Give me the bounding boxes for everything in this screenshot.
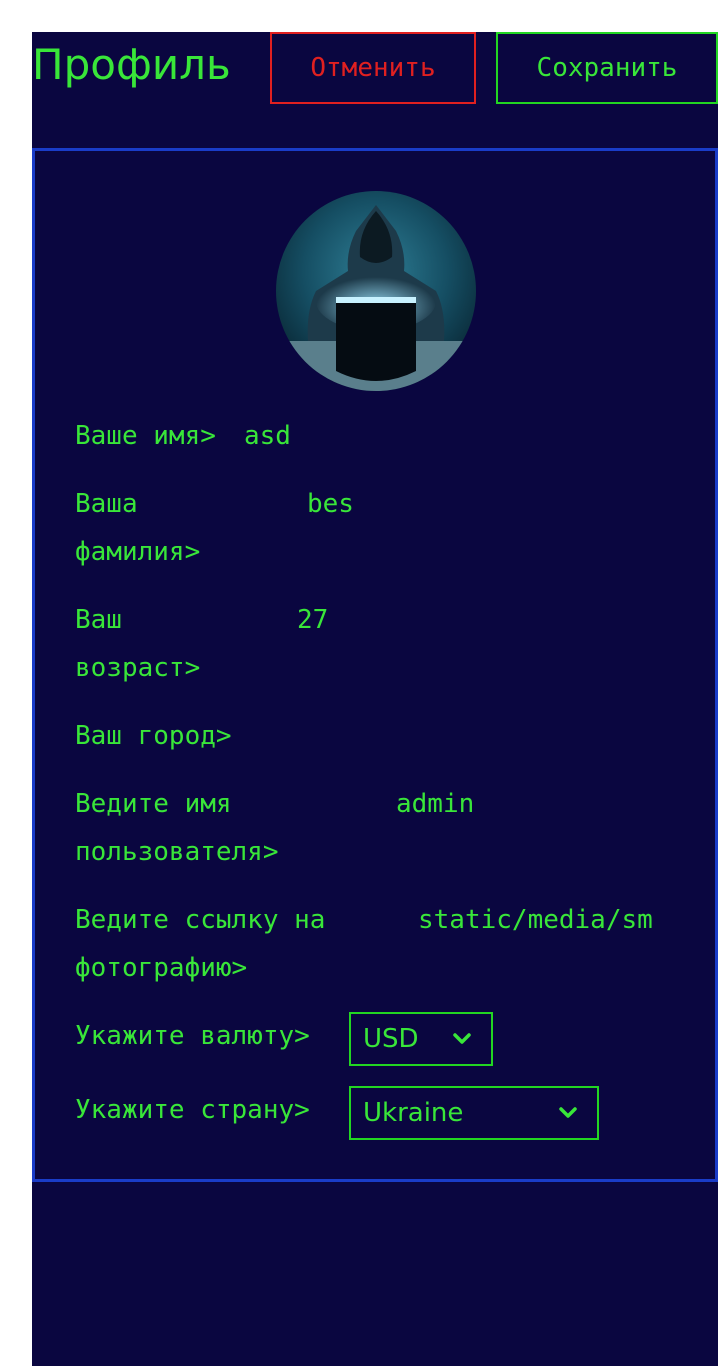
username-input[interactable]: admin [396, 780, 474, 828]
photo-url-label-line2: фотографию> [75, 953, 248, 983]
cancel-button[interactable]: Отменить [270, 32, 476, 104]
profile-card: Ваше имя> asd Ваша фамилия> bes Ваш возр… [32, 148, 718, 1182]
username-label: Ведите имя [75, 789, 232, 819]
currency-selected-value: USD [363, 1024, 419, 1054]
first-name-label: Ваше имя> [75, 421, 216, 451]
save-button[interactable]: Сохранить [496, 32, 718, 104]
profile-page: Профиль Отменить Сохранить Ваше имя> asd… [32, 32, 718, 1366]
chevron-down-icon [451, 1026, 473, 1059]
age-label: Ваш [75, 605, 122, 635]
currency-label: Укажите валюту> [75, 1021, 310, 1051]
country-label: Укажите страну> [75, 1095, 310, 1125]
currency-select[interactable]: USD [349, 1012, 493, 1066]
username-label-line2: пользователя> [75, 837, 279, 867]
photo-url-input[interactable]: static/media/sm [418, 896, 673, 944]
age-label-line2: возраст> [75, 653, 201, 683]
photo-url-label: Ведите ссылку на [75, 905, 326, 935]
avatar [276, 191, 476, 391]
country-select[interactable]: Ukraine [349, 1086, 599, 1140]
last-name-label-line2: фамилия> [75, 537, 201, 567]
last-name-input[interactable]: bes [307, 480, 354, 528]
hacker-avatar-image [276, 191, 476, 391]
chevron-down-icon [557, 1100, 579, 1133]
city-label: Ваш город> [75, 721, 232, 751]
age-input[interactable]: 27 [297, 596, 328, 644]
first-name-input[interactable]: asd [244, 412, 291, 460]
last-name-label: Ваша [75, 489, 138, 519]
country-selected-value: Ukraine [363, 1098, 464, 1128]
city-input[interactable] [265, 712, 565, 760]
page-title: Профиль [32, 40, 231, 89]
